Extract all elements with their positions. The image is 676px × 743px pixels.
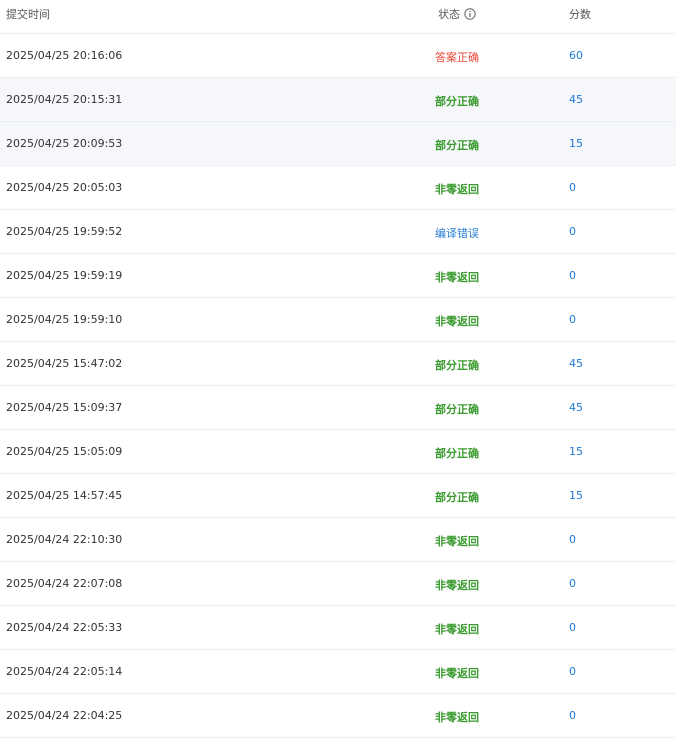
submission-time: 2025/04/25 20:15:31: [6, 93, 123, 106]
table-row[interactable]: 2025/04/25 20:15:31 部分正确 45: [0, 78, 676, 122]
submission-score: 0: [569, 621, 576, 634]
submission-status-link[interactable]: 非零返回: [435, 577, 479, 593]
submission-status-link[interactable]: 非零返回: [435, 533, 479, 549]
submission-score: 45: [569, 93, 583, 106]
submission-status-link[interactable]: 部分正确: [435, 489, 479, 505]
submission-time: 2025/04/25 20:16:06: [6, 49, 123, 62]
submission-time: 2025/04/25 15:05:09: [6, 445, 123, 458]
submission-time: 2025/04/24 22:10:30: [6, 533, 123, 546]
submission-status-link[interactable]: 编译错误: [435, 225, 479, 241]
submission-time: 2025/04/25 19:59:10: [6, 313, 123, 326]
submission-score: 0: [569, 313, 576, 326]
table-row[interactable]: 2025/04/24 22:05:33 非零返回 0: [0, 606, 676, 650]
table-row[interactable]: 2025/04/25 20:09:53 部分正确 15: [0, 122, 676, 166]
submissions-table: 提交时间 状态 分数 2025/04/25 20:16:06 答案正确 60 2025…: [0, 0, 676, 738]
table-body: 2025/04/25 20:16:06 答案正确 60 2025/04/25 20:1…: [0, 34, 676, 738]
table-row[interactable]: 2025/04/25 19:59:52 编译错误 0: [0, 210, 676, 254]
submission-time: 2025/04/25 19:59:19: [6, 269, 123, 282]
submission-status-link[interactable]: 部分正确: [435, 93, 479, 109]
submission-status-link[interactable]: 非零返回: [435, 665, 479, 681]
table-row[interactable]: 2025/04/25 20:16:06 答案正确 60: [0, 34, 676, 78]
submission-score: 0: [569, 709, 576, 722]
table-header: 提交时间 状态 分数: [0, 0, 676, 34]
column-header-time: 提交时间: [6, 8, 50, 21]
table-row[interactable]: 2025/04/25 15:05:09 部分正确 15: [0, 430, 676, 474]
submission-score: 15: [569, 445, 583, 458]
submission-status-link[interactable]: 非零返回: [435, 709, 479, 725]
submission-score: 0: [569, 225, 576, 238]
submission-time: 2025/04/24 22:04:25: [6, 709, 123, 722]
table-row[interactable]: 2025/04/24 22:05:14 非零返回 0: [0, 650, 676, 694]
submission-score: 0: [569, 577, 576, 590]
submission-status-link[interactable]: 非零返回: [435, 313, 479, 329]
submission-time: 2025/04/25 15:47:02: [6, 357, 123, 370]
table-row[interactable]: 2025/04/24 22:04:25 非零返回 0: [0, 694, 676, 738]
submission-time: 2025/04/24 22:07:08: [6, 577, 123, 590]
submission-score: 0: [569, 533, 576, 546]
table-row[interactable]: 2025/04/25 19:59:19 非零返回 0: [0, 254, 676, 298]
submission-score: 0: [569, 665, 576, 678]
submission-status-link[interactable]: 答案正确: [435, 49, 479, 65]
submission-status-link[interactable]: 部分正确: [435, 445, 479, 461]
table-row[interactable]: 2025/04/25 14:57:45 部分正确 15: [0, 474, 676, 518]
submission-score: 0: [569, 269, 576, 282]
submission-score: 15: [569, 137, 583, 150]
submission-time: 2025/04/25 19:59:52: [6, 225, 123, 238]
submission-score: 0: [569, 181, 576, 194]
submission-status-link[interactable]: 部分正确: [435, 137, 479, 153]
submission-score: 45: [569, 401, 583, 414]
column-header-status-label: 状态: [438, 8, 460, 21]
table-row[interactable]: 2025/04/25 19:59:10 非零返回 0: [0, 298, 676, 342]
table-row[interactable]: 2025/04/25 15:47:02 部分正确 45: [0, 342, 676, 386]
column-header-score: 分数: [569, 8, 591, 21]
submission-status-link[interactable]: 部分正确: [435, 401, 479, 417]
column-header-status: 状态: [438, 6, 476, 22]
info-circle-icon[interactable]: [464, 8, 476, 20]
submission-status-link[interactable]: 部分正确: [435, 357, 479, 373]
submission-status-link[interactable]: 非零返回: [435, 621, 479, 637]
submission-score: 60: [569, 49, 583, 62]
submission-score: 15: [569, 489, 583, 502]
table-row[interactable]: 2025/04/24 22:07:08 非零返回 0: [0, 562, 676, 606]
table-row[interactable]: 2025/04/25 15:09:37 部分正确 45: [0, 386, 676, 430]
table-row[interactable]: 2025/04/25 20:05:03 非零返回 0: [0, 166, 676, 210]
submission-score: 45: [569, 357, 583, 370]
submission-status-link[interactable]: 非零返回: [435, 269, 479, 285]
submission-time: 2025/04/25 15:09:37: [6, 401, 123, 414]
submission-time: 2025/04/24 22:05:33: [6, 621, 123, 634]
submission-time: 2025/04/25 20:05:03: [6, 181, 123, 194]
submission-time: 2025/04/25 14:57:45: [6, 489, 123, 502]
submission-time: 2025/04/24 22:05:14: [6, 665, 123, 678]
submission-status-link[interactable]: 非零返回: [435, 181, 479, 197]
submission-time: 2025/04/25 20:09:53: [6, 137, 123, 150]
table-row[interactable]: 2025/04/24 22:10:30 非零返回 0: [0, 518, 676, 562]
